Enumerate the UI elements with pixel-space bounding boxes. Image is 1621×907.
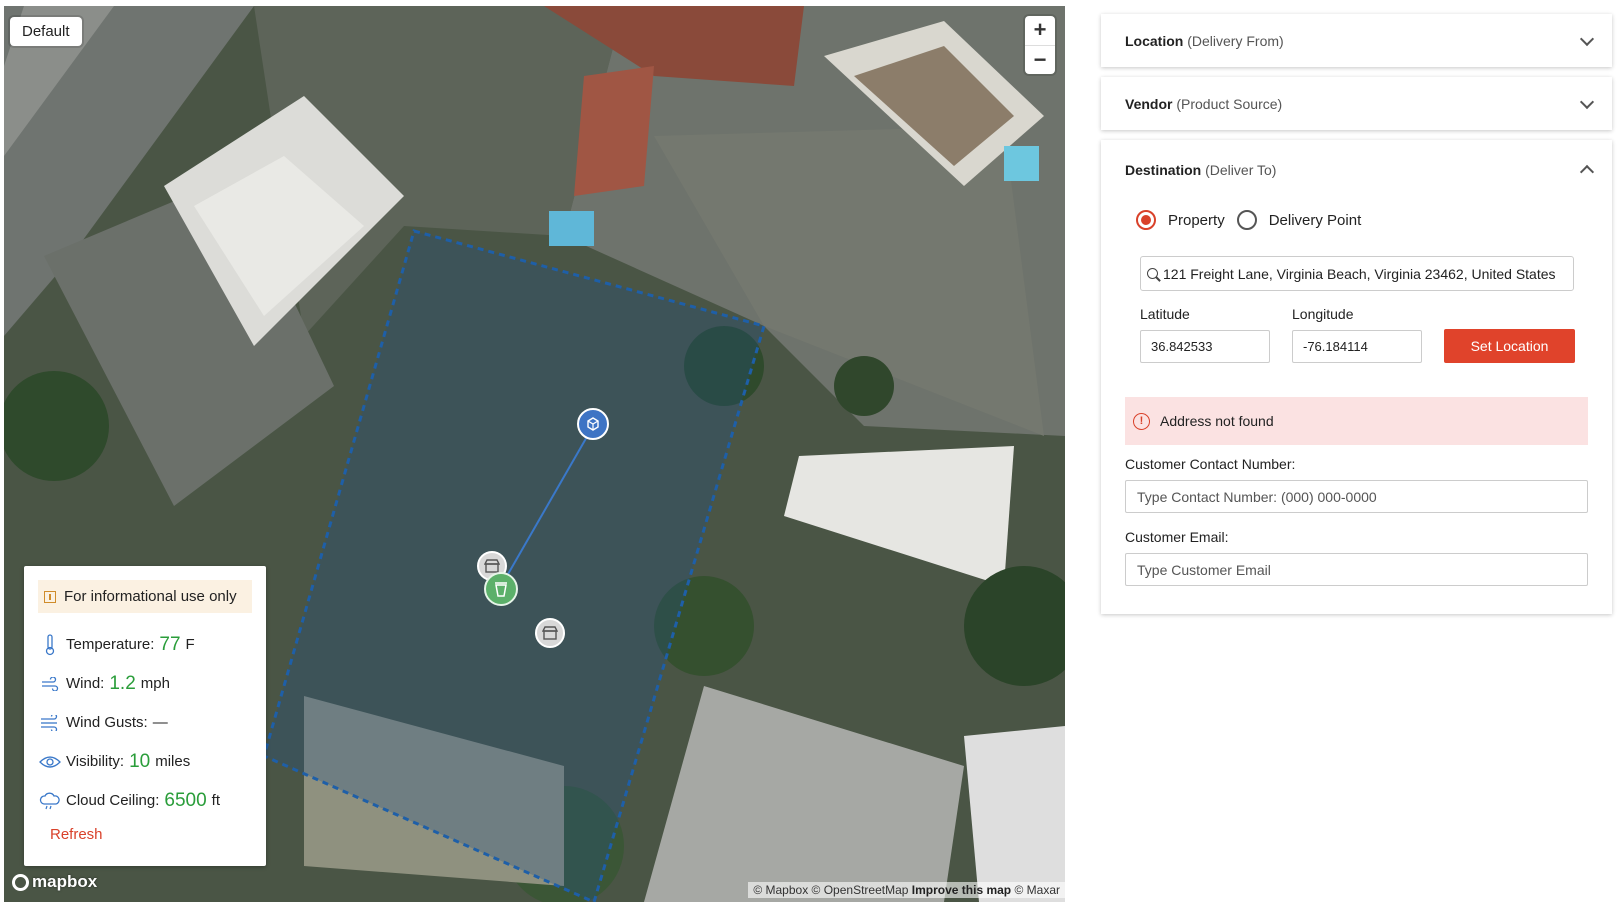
location-section: Location (Delivery From) <box>1101 14 1612 67</box>
map[interactable]: Default + − For informational use only T… <box>4 6 1065 902</box>
zoom-out-button[interactable]: − <box>1025 45 1055 74</box>
weather-label: Wind Gusts: <box>66 714 148 731</box>
radio-delivery-point-label: Delivery Point <box>1268 211 1362 229</box>
weather-row-cloud-ceiling: Cloud Ceiling: 6500 ft <box>38 781 252 820</box>
weather-unit: mph <box>140 675 170 692</box>
destination-type-group: Property Delivery Point <box>1101 200 1612 240</box>
weather-value: 10 <box>129 750 151 772</box>
radio-property[interactable]: Property <box>1136 210 1225 230</box>
chevron-up-icon[interactable] <box>1579 164 1595 180</box>
weather-value: — <box>152 714 168 731</box>
error-icon: ! <box>1133 412 1150 430</box>
weather-label: Visibility: <box>66 753 125 770</box>
set-location-button[interactable]: Set Location <box>1444 329 1575 363</box>
customer-email-input[interactable] <box>1125 553 1588 586</box>
attribution-mapbox-link[interactable]: © Mapbox <box>753 883 808 897</box>
coordinates-row: Latitude Longitude Set Location <box>1140 306 1612 363</box>
vendor-section: Vendor (Product Source) <box>1101 77 1612 130</box>
radio-property-label: Property <box>1168 211 1225 229</box>
weather-row-visibility: Visibility: 10 miles <box>38 742 252 781</box>
vendor-accordion-header[interactable]: Vendor (Product Source) <box>1101 77 1612 130</box>
weather-value: 1.2 <box>109 672 136 694</box>
info-notice: For informational use only <box>38 580 252 613</box>
weather-value: 77 <box>159 633 181 655</box>
longitude-input[interactable] <box>1292 330 1422 363</box>
zoom-in-button[interactable]: + <box>1025 16 1055 45</box>
cloud-icon <box>38 789 62 813</box>
map-attribution: © Mapbox © OpenStreetMap Improve this ma… <box>748 882 1065 898</box>
radio-unselected-icon[interactable] <box>1236 210 1257 230</box>
zoom-controls: + − <box>1025 16 1055 74</box>
weather-value: 6500 <box>164 789 207 811</box>
vendor-marker-icon[interactable] <box>577 408 609 440</box>
attribution-maxar-link[interactable]: © Maxar <box>1014 883 1060 897</box>
eye-icon <box>38 750 62 774</box>
latitude-input[interactable] <box>1140 330 1270 363</box>
weather-row-temperature: Temperature: 77 F <box>38 625 252 664</box>
location-title: Location (Delivery From) <box>1125 32 1284 49</box>
improve-map-link[interactable]: Improve this map <box>912 883 1011 897</box>
weather-unit: ft <box>211 792 221 809</box>
vendor-title: Vendor (Product Source) <box>1125 95 1283 112</box>
address-search-field[interactable] <box>1140 256 1574 291</box>
location-accordion-header[interactable]: Location (Delivery From) <box>1101 14 1612 67</box>
search-icon <box>1147 268 1158 279</box>
chevron-down-icon[interactable] <box>1579 94 1595 109</box>
error-message: Address not found <box>1160 413 1274 429</box>
destination-title: Destination (Deliver To) <box>1125 162 1277 178</box>
wind-gusts-icon <box>38 711 62 735</box>
weather-panel: For informational use only Temperature: … <box>24 566 266 866</box>
contact-number-input[interactable] <box>1125 480 1588 513</box>
contact-number-label: Customer Contact Number: <box>1125 456 1296 472</box>
destination-accordion-header[interactable]: Destination (Deliver To) <box>1101 140 1612 200</box>
latitude-field: Latitude <box>1140 306 1270 363</box>
wind-icon <box>38 672 62 696</box>
latitude-label: Latitude <box>1140 306 1190 322</box>
radio-selected-icon[interactable] <box>1136 210 1156 230</box>
longitude-field: Longitude <box>1292 306 1422 363</box>
delivery-marker-icon[interactable] <box>484 572 518 606</box>
weather-unit: F <box>185 636 195 653</box>
weather-unit: miles <box>155 753 191 770</box>
refresh-button[interactable]: Refresh <box>38 826 103 843</box>
weather-label: Wind: <box>66 675 105 692</box>
weather-label: Temperature: <box>66 636 155 653</box>
store-marker-icon[interactable] <box>535 618 565 648</box>
radio-delivery-point[interactable]: Delivery Point <box>1236 210 1362 230</box>
error-banner: ! Address not found <box>1125 397 1588 445</box>
customer-email-label: Customer Email: <box>1125 529 1229 545</box>
mapbox-logo-icon <box>12 873 29 891</box>
info-notice-text: For informational use only <box>64 588 237 605</box>
longitude-label: Longitude <box>1292 306 1354 322</box>
weather-row-wind: Wind: 1.2 mph <box>38 664 252 703</box>
weather-label: Cloud Ceiling: <box>66 792 160 809</box>
address-input[interactable] <box>1163 265 1563 282</box>
weather-row-wind-gusts: Wind Gusts: — <box>38 703 252 742</box>
mapbox-logo-text: mapbox <box>32 872 98 891</box>
delivery-panel: Location (Delivery From) Vendor (Product… <box>1101 14 1612 624</box>
mapbox-logo[interactable]: mapbox <box>12 872 97 892</box>
thermometer-icon <box>38 633 62 657</box>
attribution-osm-link[interactable]: © OpenStreetMap <box>812 883 909 897</box>
destination-section: Destination (Deliver To) Property Delive… <box>1101 140 1612 614</box>
map-style-button[interactable]: Default <box>10 17 82 46</box>
info-icon <box>44 590 56 603</box>
chevron-down-icon[interactable] <box>1579 31 1595 46</box>
